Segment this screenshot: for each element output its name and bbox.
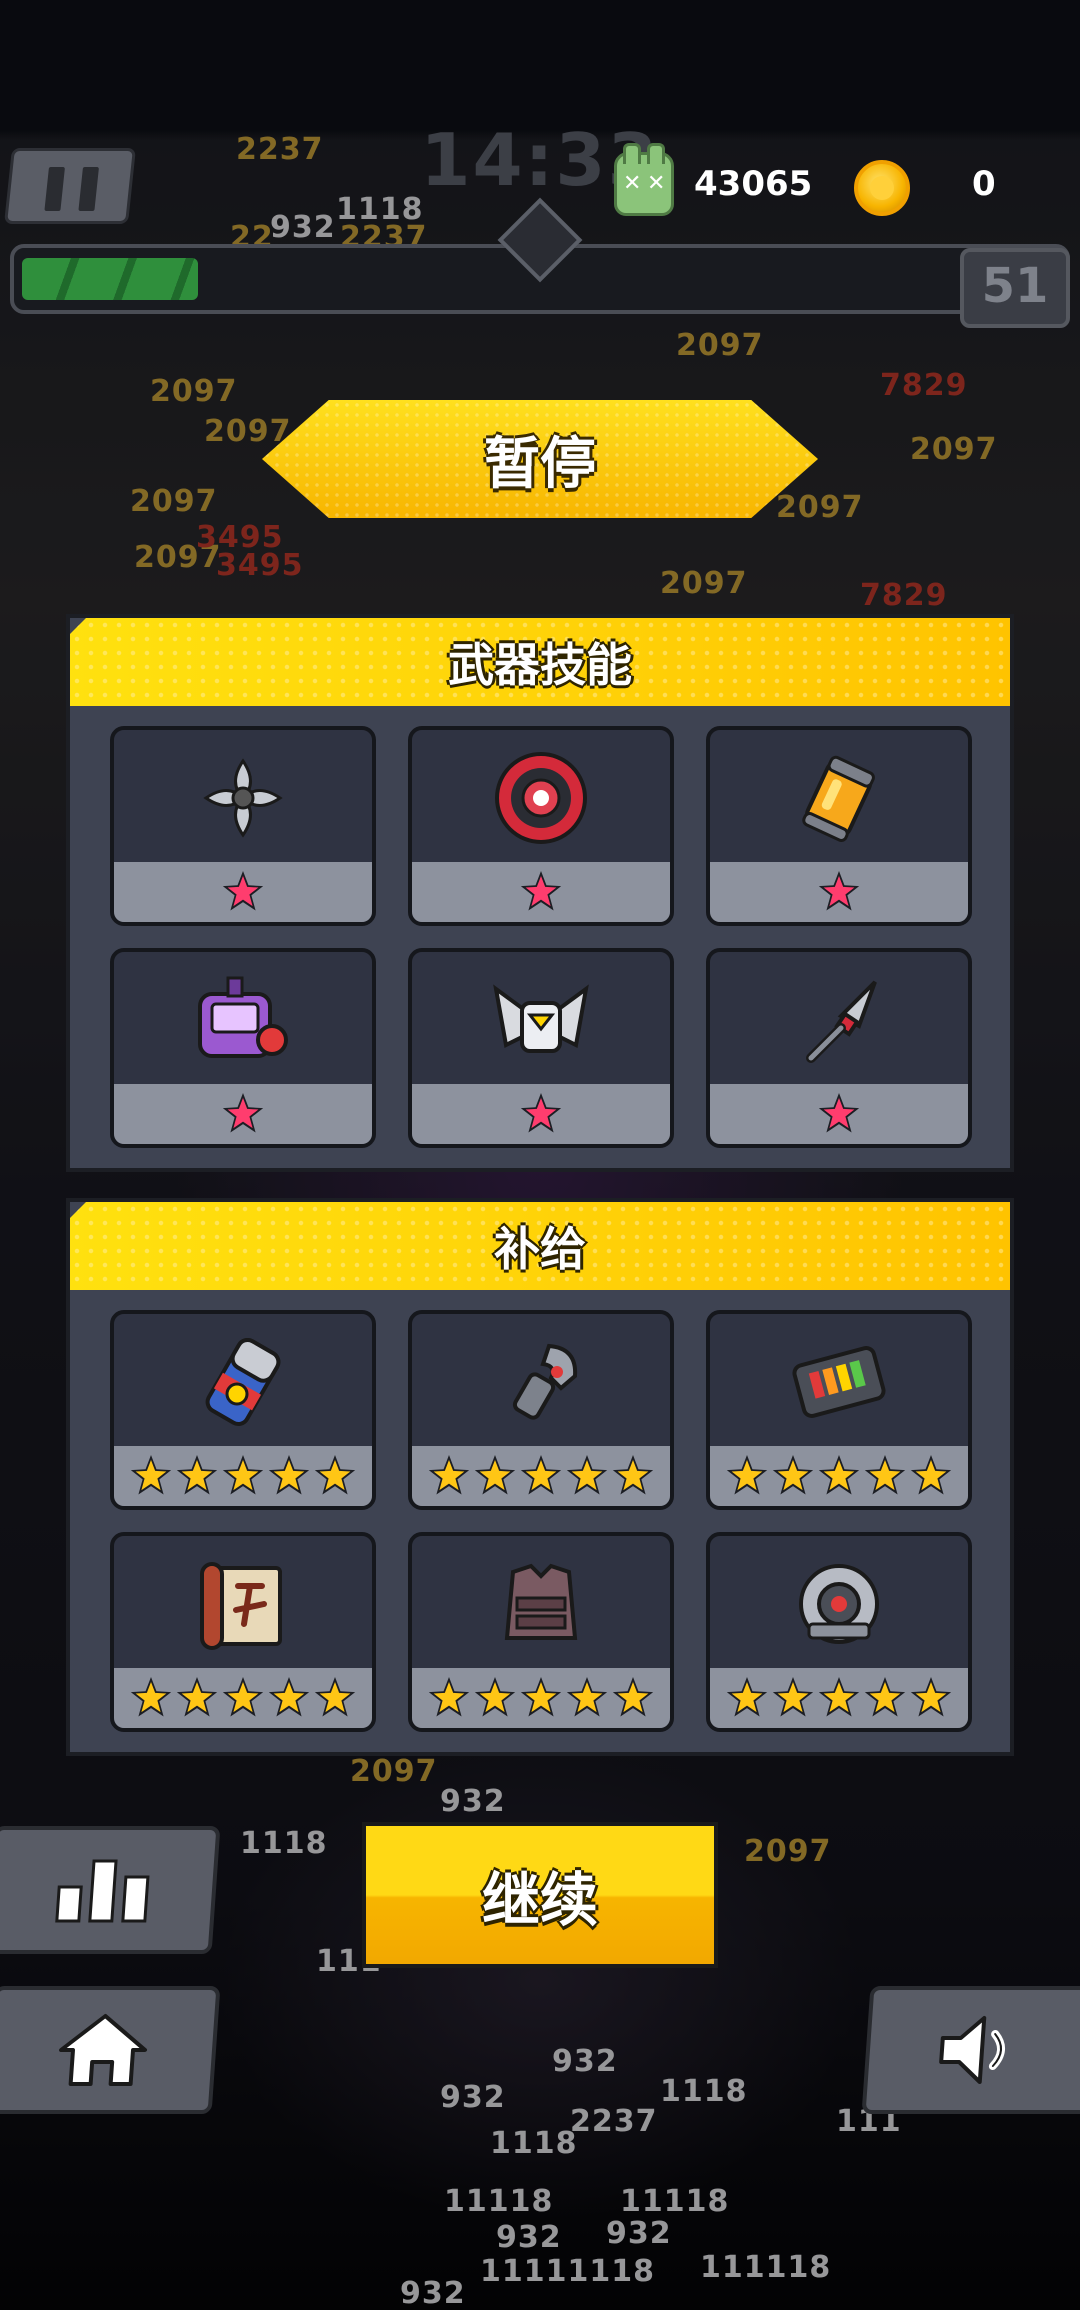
star-icon <box>520 871 562 911</box>
star-icon <box>818 871 860 911</box>
weapon-skill-slot[interactable] <box>408 726 674 926</box>
stats-button[interactable] <box>0 1826 221 1954</box>
purple-gadget-icon <box>114 952 372 1088</box>
star-rating <box>114 1446 372 1506</box>
star-icon <box>772 1455 814 1495</box>
star-icon <box>566 1677 608 1717</box>
zombie-head-icon: ✕ ✕ <box>614 143 674 216</box>
star-rating <box>412 1084 670 1144</box>
star-icon <box>428 1455 470 1495</box>
home-button[interactable] <box>0 1986 221 2114</box>
kunai-icon <box>710 952 968 1088</box>
weapon-skill-slot[interactable] <box>110 948 376 1148</box>
supply-item-slot[interactable] <box>706 1310 972 1510</box>
star-icon <box>314 1677 356 1717</box>
home-icon <box>58 2014 148 2086</box>
speaker-icon <box>939 2016 1006 2084</box>
bar-chart-icon <box>55 1859 150 1923</box>
star-icon <box>222 871 264 911</box>
experience-bar-fill <box>22 258 198 300</box>
continue-button[interactable]: 继续 <box>362 1822 718 1968</box>
weapon-skill-slot[interactable] <box>706 948 972 1148</box>
scroll-icon <box>114 1536 372 1672</box>
star-icon <box>726 1455 768 1495</box>
weapon-skills-header: 武器技能 <box>70 618 1010 706</box>
kill-count: 43065 <box>694 164 813 204</box>
battery-pack-icon <box>710 1314 968 1450</box>
star-icon <box>864 1677 906 1717</box>
supply-panel: 补给 <box>66 1198 1014 1756</box>
drone-head-icon <box>412 952 670 1088</box>
star-icon <box>612 1455 654 1495</box>
star-icon <box>520 1093 562 1133</box>
star-icon <box>910 1455 952 1495</box>
supply-item-slot[interactable] <box>408 1532 674 1732</box>
star-icon <box>520 1677 562 1717</box>
molotov-canister-icon <box>710 730 968 866</box>
star-icon <box>818 1677 860 1717</box>
gold-coin-icon <box>854 160 910 216</box>
star-rating <box>710 862 968 922</box>
supply-title: 补给 <box>494 1222 586 1276</box>
supply-item-slot[interactable] <box>110 1532 376 1732</box>
sound-button[interactable] <box>861 1986 1080 2114</box>
star-icon <box>268 1455 310 1495</box>
star-rating <box>412 1668 670 1728</box>
star-icon <box>818 1455 860 1495</box>
star-rating <box>114 1668 372 1728</box>
continue-label: 继续 <box>481 1866 598 1934</box>
star-rating <box>710 1446 968 1506</box>
star-icon <box>222 1677 264 1717</box>
pause-banner: 暂停 <box>262 400 818 518</box>
supply-header: 补给 <box>70 1202 1010 1290</box>
pause-title: 暂停 <box>484 431 596 497</box>
star-icon <box>176 1677 218 1717</box>
armor-vest-icon <box>412 1536 670 1672</box>
star-icon <box>910 1677 952 1717</box>
shuriken-icon <box>114 730 372 866</box>
star-icon <box>428 1677 470 1717</box>
supply-item-slot[interactable] <box>110 1310 376 1510</box>
pause-button[interactable] <box>4 148 136 224</box>
weapon-skills-title: 武器技能 <box>448 638 632 692</box>
star-icon <box>612 1677 654 1717</box>
star-rating <box>412 1446 670 1506</box>
star-rating <box>710 1084 968 1144</box>
coin-count: 0 <box>972 164 996 204</box>
star-icon <box>474 1677 516 1717</box>
star-icon <box>314 1455 356 1495</box>
star-rating <box>412 862 670 922</box>
weapon-skill-slot[interactable] <box>706 726 972 926</box>
pause-icon <box>44 167 65 211</box>
star-icon <box>772 1677 814 1717</box>
star-icon <box>474 1455 516 1495</box>
weapon-skill-slot[interactable] <box>110 726 376 926</box>
weapon-skills-panel: 武器技能 <box>66 614 1014 1172</box>
robot-arm-icon <box>412 1314 670 1450</box>
weapon-skill-slot[interactable] <box>408 948 674 1148</box>
star-icon <box>130 1677 172 1717</box>
star-icon <box>864 1455 906 1495</box>
star-icon <box>566 1455 608 1495</box>
supply-item-slot[interactable] <box>408 1310 674 1510</box>
star-icon <box>268 1677 310 1717</box>
star-icon <box>130 1455 172 1495</box>
star-rating <box>710 1668 968 1728</box>
star-icon <box>222 1093 264 1133</box>
player-level: 51 <box>981 258 1049 314</box>
ring-core-icon <box>710 1536 968 1672</box>
supply-item-slot[interactable] <box>706 1532 972 1732</box>
red-eye-disc-icon <box>412 730 670 866</box>
star-icon <box>222 1455 264 1495</box>
star-icon <box>176 1455 218 1495</box>
star-rating <box>114 862 372 922</box>
star-icon <box>520 1455 562 1495</box>
star-icon <box>726 1677 768 1717</box>
energy-drink-icon <box>114 1314 372 1450</box>
star-icon <box>818 1093 860 1133</box>
star-rating <box>114 1084 372 1144</box>
